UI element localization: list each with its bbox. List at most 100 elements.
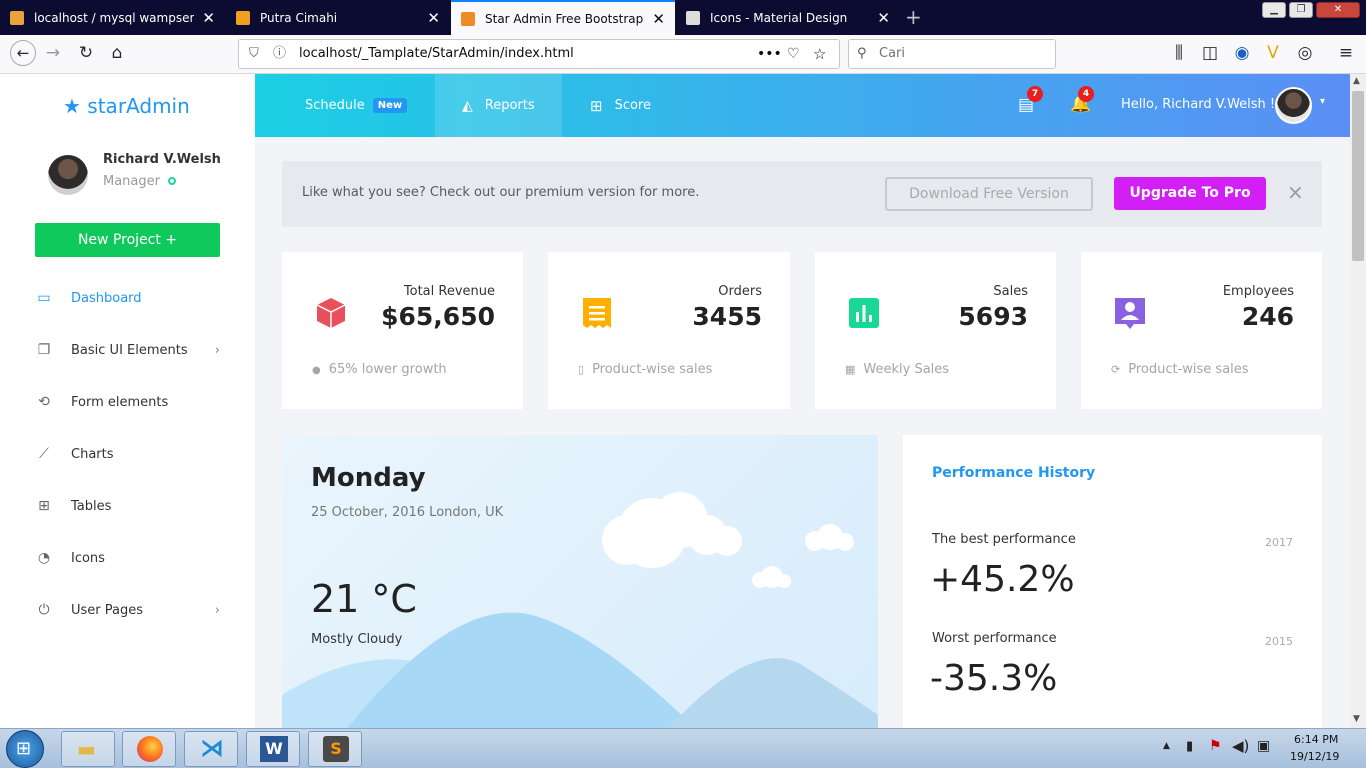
start-button[interactable]: ⊞ (6, 730, 44, 768)
stat-value: 5693 (958, 302, 1028, 331)
restore-icon: ⟲ (38, 394, 50, 410)
taskbar-firefox[interactable] (122, 731, 176, 767)
clock-time[interactable]: 6:14 PM (1294, 733, 1338, 746)
tab-title: Icons - Material Design (710, 10, 848, 25)
sidebar-item-dashboard[interactable]: ▭ Dashboard (35, 290, 220, 306)
chevron-down-icon[interactable]: ▾ (1320, 96, 1325, 107)
weather-description: Mostly Cloudy (311, 632, 403, 647)
word-icon: W (260, 736, 288, 762)
scroll-up-icon[interactable]: ▲ (1353, 76, 1360, 86)
avatar[interactable] (48, 155, 88, 195)
hamburger-menu-icon[interactable]: ≡ (1335, 43, 1357, 63)
chevron-right-icon: › (214, 602, 220, 618)
account-box-icon (1115, 298, 1145, 329)
nav-label: Score (614, 98, 651, 113)
browser-tab[interactable]: localhost / mysql wampserver | ✕ (0, 0, 225, 35)
browser-tab[interactable]: Putra Cimahi ✕ (226, 0, 450, 35)
network-error-icon[interactable]: ⚑ (1209, 738, 1222, 754)
nav-schedule[interactable]: Schedule New (305, 74, 408, 137)
user-greeting[interactable]: Hello, Richard V.Welsh ! (1121, 97, 1275, 112)
sidebar: ★ starAdmin Richard V.Welsh Manager New … (0, 74, 255, 728)
account-icon[interactable]: ◎ (1294, 43, 1316, 63)
sidebar-item-charts[interactable]: ⟋ Charts (35, 446, 220, 462)
best-year: 2017 (1265, 536, 1293, 549)
scroll-down-icon[interactable]: ▼ (1353, 714, 1360, 724)
close-icon[interactable]: ✕ (652, 10, 665, 28)
sidebar-toggle-icon[interactable]: ◫ (1199, 43, 1221, 63)
sidebar-item-form-elements[interactable]: ⟲ Form elements (35, 394, 220, 410)
taskbar-vscode[interactable]: ⋊ (184, 731, 238, 767)
battery-icon[interactable]: ▮ (1186, 739, 1193, 754)
windows-logo-icon: ⊞ (16, 738, 32, 759)
search-icon: ⚲ (857, 46, 867, 61)
performance-title: Performance History (932, 465, 1096, 481)
back-icon[interactable]: ← (10, 40, 36, 66)
library-icon[interactable]: ⫼ (1168, 43, 1190, 63)
sidebar-item-label: Charts (71, 446, 114, 462)
extension-icon[interactable]: ◉ (1231, 43, 1253, 63)
palette-icon: ◔ (37, 550, 51, 566)
scrollbar-thumb[interactable] (1352, 91, 1364, 261)
more-icon[interactable]: ••• (757, 40, 782, 68)
user-role: Manager (103, 174, 160, 189)
stat-title: Total Revenue (403, 284, 495, 299)
url-text: localhost/_Tamplate/StarAdmin/index.html (299, 46, 574, 61)
extension-v-icon[interactable]: V (1262, 43, 1284, 63)
sidebar-item-icons[interactable]: ◔ Icons (35, 550, 220, 566)
window-close-icon[interactable]: ✕ (1316, 2, 1360, 18)
taskbar-sublime[interactable]: S (308, 731, 362, 767)
taskbar-explorer[interactable]: ▬ (61, 731, 115, 767)
worst-value: -35.3% (930, 658, 1058, 699)
forward-icon[interactable]: → (42, 43, 64, 63)
shield-icon: ⛉ (249, 46, 259, 61)
stat-title: Employees (1222, 284, 1294, 299)
display-icon[interactable]: ▣ (1257, 738, 1270, 754)
favicon-icon (461, 11, 475, 26)
browser-tab-bar: localhost / mysql wampserver | ✕ Putra C… (0, 0, 1366, 35)
close-icon[interactable]: × (1287, 180, 1304, 204)
maximize-icon[interactable]: ❐ (1289, 2, 1313, 18)
minimize-icon[interactable]: ▁ (1262, 2, 1286, 18)
clock-date[interactable]: 19/12/19 (1290, 750, 1339, 763)
stat-footer-text: Product-wise sales (592, 362, 713, 377)
new-tab-icon[interactable]: + (905, 5, 922, 29)
main-content: Like what you see? Check out our premium… (255, 137, 1350, 728)
performance-card: Performance History The best performance… (903, 435, 1322, 728)
reload-icon[interactable]: ↻ (75, 43, 97, 63)
nav-label: Schedule (305, 98, 365, 113)
volume-icon[interactable]: ◀) (1232, 737, 1249, 755)
stat-footer: ▦ Weekly Sales (845, 362, 949, 377)
sidebar-item-tables[interactable]: ⊞ Tables (35, 498, 220, 514)
power-icon: ⏻ (38, 602, 50, 618)
stat-title: Sales (993, 284, 1028, 299)
folder-icon: ▬ (77, 737, 96, 761)
close-icon[interactable]: ✕ (427, 9, 440, 27)
tray-expand-icon[interactable]: ▲ (1163, 741, 1170, 751)
bookmark-star-icon[interactable]: ☆ (813, 40, 826, 68)
close-icon[interactable]: ✕ (877, 9, 890, 27)
monitor-icon: ▭ (37, 290, 51, 306)
pocket-icon[interactable]: ♡ (787, 40, 800, 68)
sidebar-item-user-pages[interactable]: ⏻ User Pages › (35, 602, 220, 618)
upgrade-pro-button[interactable]: Upgrade To Pro (1114, 177, 1266, 210)
home-icon[interactable]: ⌂ (106, 43, 128, 63)
bookmark-plus-icon: ⊞ (590, 96, 603, 115)
browser-tab[interactable]: Icons - Material Design ✕ (676, 0, 900, 35)
chart-line-icon: ⟋ (39, 446, 49, 462)
brand-logo[interactable]: ★ starAdmin (63, 94, 190, 118)
close-icon[interactable]: ✕ (202, 9, 215, 27)
nav-reports[interactable]: ◭ Reports (435, 74, 562, 137)
sidebar-item-basic-ui[interactable]: ❐ Basic UI Elements › (35, 342, 220, 358)
navbar-avatar[interactable] (1275, 87, 1312, 124)
url-bar[interactable]: ⛉ ⓘ localhost/_Tamplate/StarAdmin/index.… (238, 39, 840, 69)
nav-score[interactable]: ⊞ Score (590, 74, 651, 137)
poll-box-icon (849, 298, 879, 328)
page-scrollbar[interactable]: ▲ ▼ (1350, 74, 1366, 728)
download-free-button[interactable]: Download Free Version (885, 177, 1093, 211)
taskbar-word[interactable]: W (246, 731, 300, 767)
stat-title: Orders (718, 284, 762, 299)
stat-card-sales: Sales 5693 ▦ Weekly Sales (815, 252, 1056, 409)
new-project-button[interactable]: New Project + (35, 223, 220, 257)
search-input[interactable]: ⚲ Cari (848, 39, 1056, 69)
browser-tab-active[interactable]: Star Admin Free Bootstrap Adn ✕ (451, 0, 675, 35)
